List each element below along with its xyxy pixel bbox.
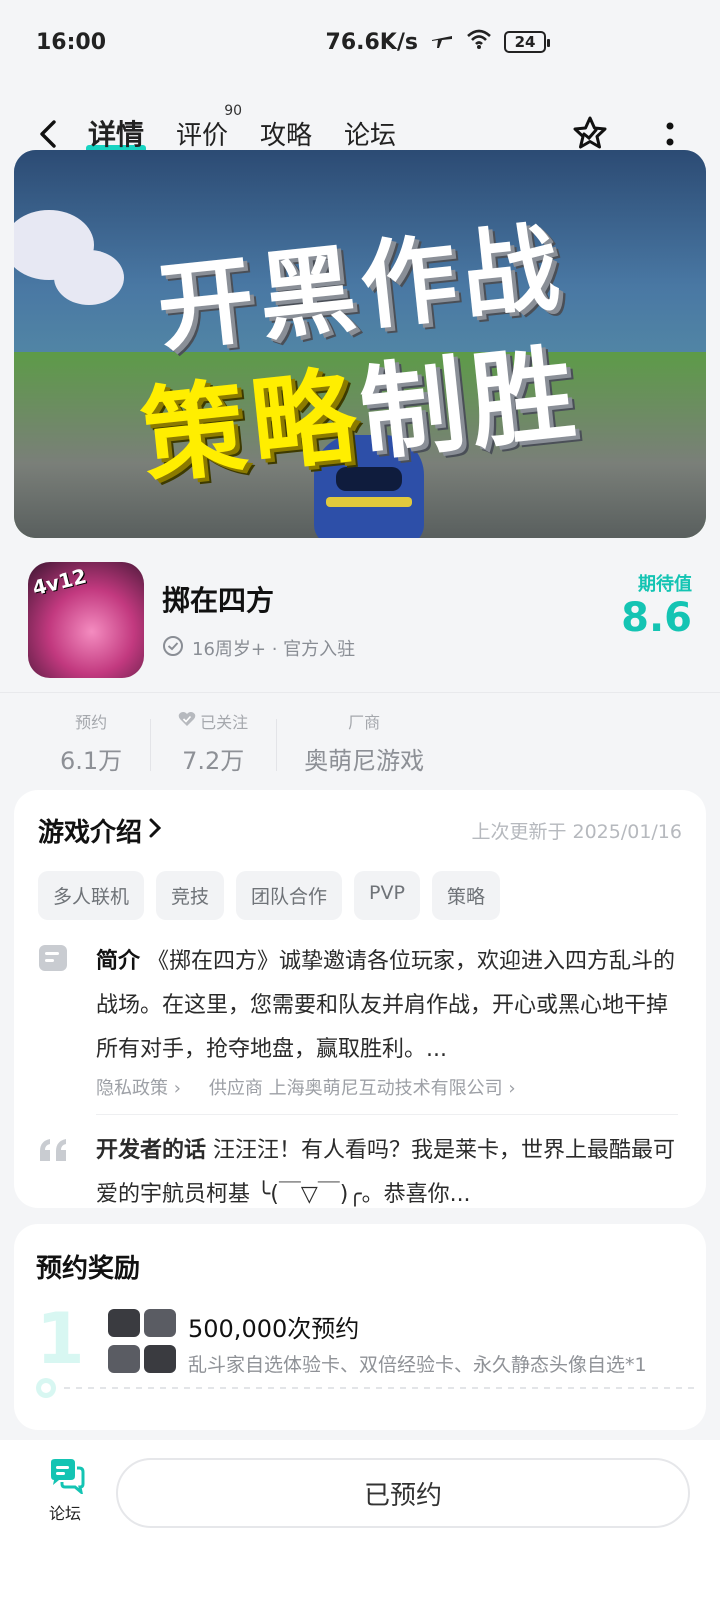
reward-title: 预约奖励 — [36, 1254, 141, 1284]
reward-icons — [108, 1309, 178, 1377]
chevron-right-icon — [148, 816, 162, 846]
stat-value: 奥萌尼游戏 — [304, 747, 425, 775]
game-banner[interactable]: 开黑作战 策略制胜 — [14, 150, 706, 538]
privacy-policy-label: 隐私政策 — [96, 1078, 168, 1099]
game-subinfo: 16周岁+ · 官方入驻 — [162, 635, 621, 662]
tag[interactable]: 多人联机 — [38, 871, 145, 920]
banner-headline-yellow: 策略 — [135, 354, 368, 499]
status-time: 16:00 — [36, 29, 107, 55]
developer-note-label: 开发者的话 — [96, 1138, 207, 1163]
status-bar: 16:00 76.6K/s 24 — [0, 0, 720, 84]
score-value: 8.6 — [621, 595, 692, 641]
reward-index: 1 — [36, 1298, 85, 1380]
expectation-score: 期待值 8.6 — [621, 570, 692, 640]
tab-guides[interactable]: 攻略 — [260, 115, 312, 154]
tab-reviews[interactable]: 评价 90 — [176, 103, 242, 154]
intro-title-text: 游戏介绍 — [38, 818, 143, 848]
supplier-link[interactable]: 供应商 上海奥萌尼互动技术有限公司 › — [209, 1074, 516, 1100]
stat-label-text: 已关注 — [200, 713, 249, 732]
review-count-badge: 90 — [224, 102, 243, 119]
tag[interactable]: 策略 — [431, 871, 500, 920]
chat-bubble-icon — [45, 1459, 85, 1498]
tab-reviews-label: 评价 — [176, 120, 229, 151]
nav-tabs: 详情 评价 90 攻略 论坛 — [85, 103, 568, 155]
wifi-icon — [466, 28, 492, 56]
summary-body: 《掷在四方》诚挚邀请各位玩家，欢迎进入四方乱斗的战场。在这里，您需要和队友并肩作… — [96, 949, 676, 1062]
intro-links: 隐私政策 › 供应商 上海奥萌尼互动技术有限公司 › — [96, 1074, 682, 1100]
score-label: 期待值 — [638, 574, 692, 595]
tag-list: 多人联机 竞技 团队合作 PVP 策略 — [38, 871, 682, 920]
bottom-bar: 论坛 已预约 — [0, 1440, 720, 1600]
developer-note-row[interactable]: 开发者的话 汪汪汪！有人看吗？我是莱卡，世界上最酷最可爱的宇航员柯基 ╰(￣▽￣… — [38, 1129, 682, 1217]
tab-details[interactable]: 详情 — [85, 113, 147, 155]
game-name: 掷在四方 — [162, 583, 275, 617]
stat-value: 6.1万 — [60, 747, 123, 775]
forum-label: 论坛 — [48, 1504, 81, 1523]
stat-label-followed: 已关注 — [178, 709, 248, 733]
update-date: 上次更新于 2025/01/16 — [471, 821, 682, 843]
summary-text: 简介 《掷在四方》诚挚邀请各位玩家，欢迎进入四方乱斗的战场。在这里，您需要和队友… — [96, 940, 682, 1072]
reward-item[interactable]: 1 500,000次预约 乱斗家自选体验卡、双倍经验卡、永久静态头像自选*1 — [36, 1298, 684, 1380]
back-icon[interactable] — [28, 114, 68, 154]
trial-card-icon — [108, 1309, 140, 1337]
reward-progress-track — [36, 1378, 694, 1398]
stat-label: 厂商 — [348, 713, 381, 732]
stat-reservations: 预约 6.1万 — [30, 709, 150, 776]
developer-note-text: 开发者的话 汪汪汪！有人看吗？我是莱卡，世界上最酷最可爱的宇航员柯基 ╰(￣▽￣… — [96, 1129, 682, 1217]
stat-label: 预约 — [75, 713, 108, 732]
game-header: 4v12 掷在四方 16周岁+ · 官方入驻 期待值 8.6 — [0, 555, 720, 685]
reward-description: 乱斗家自选体验卡、双倍经验卡、永久静态头像自选*1 — [188, 1354, 647, 1376]
reservation-reward-card: 预约奖励 1 500,000次预约 乱斗家自选体验卡、双倍经验卡、永久静态头像自… — [14, 1224, 706, 1430]
tag[interactable]: 竞技 — [156, 871, 225, 920]
tag[interactable]: 团队合作 — [236, 871, 343, 920]
status-right: 76.6K/s 24 — [325, 28, 550, 56]
summary-label: 简介 — [96, 949, 141, 974]
privacy-policy-link[interactable]: 隐私政策 › — [96, 1074, 181, 1100]
summary-row[interactable]: 简介 《掷在四方》诚挚邀请各位玩家，欢迎进入四方乱斗的战场。在这里，您需要和队友… — [38, 940, 682, 1072]
game-app-icon: 4v12 — [28, 562, 144, 678]
divider — [96, 1114, 678, 1115]
mystery-box-icon — [144, 1309, 176, 1337]
document-icon — [38, 944, 70, 974]
intro-header: 游戏介绍 上次更新于 2025/01/16 — [38, 812, 682, 849]
reward-info: 500,000次预约 乱斗家自选体验卡、双倍经验卡、永久静态头像自选*1 — [188, 1309, 684, 1377]
tab-forum[interactable]: 论坛 — [344, 115, 396, 154]
reward-threshold: 500,000次预约 — [188, 1315, 360, 1343]
exp-card-icon — [108, 1345, 140, 1373]
verified-check-icon — [162, 635, 184, 662]
age-rating-official: 16周岁+ · 官方入驻 — [192, 639, 356, 660]
supplier-label: 供应商 上海奥萌尼互动技术有限公司 — [208, 1078, 503, 1099]
reserved-button[interactable]: 已预约 — [116, 1458, 690, 1528]
stat-value: 7.2万 — [182, 747, 245, 775]
game-intro-card: 游戏介绍 上次更新于 2025/01/16 多人联机 竞技 团队合作 PVP 策… — [14, 790, 706, 1208]
banner-headline-white: 制胜 — [354, 331, 587, 476]
quote-icon — [38, 1137, 70, 1167]
app-icon-label: 4v12 — [29, 563, 89, 601]
stat-followers[interactable]: 已关注 7.2万 — [150, 709, 276, 776]
heart-check-icon — [178, 711, 196, 731]
battery-icon: 24 — [504, 31, 550, 53]
intro-title[interactable]: 游戏介绍 — [38, 812, 162, 849]
airplane-icon — [430, 28, 454, 56]
game-stats: 预约 6.1万 已关注 7.2万 厂商 奥萌尼游戏 — [0, 692, 720, 784]
forum-button[interactable]: 论坛 — [30, 1458, 100, 1524]
avatar-frame-icon — [144, 1345, 176, 1373]
tag[interactable]: PVP — [354, 871, 420, 920]
network-speed: 76.6K/s — [325, 29, 418, 55]
stat-vendor[interactable]: 厂商 奥萌尼游戏 — [276, 709, 452, 776]
game-meta: 掷在四方 16周岁+ · 官方入驻 — [162, 579, 621, 662]
